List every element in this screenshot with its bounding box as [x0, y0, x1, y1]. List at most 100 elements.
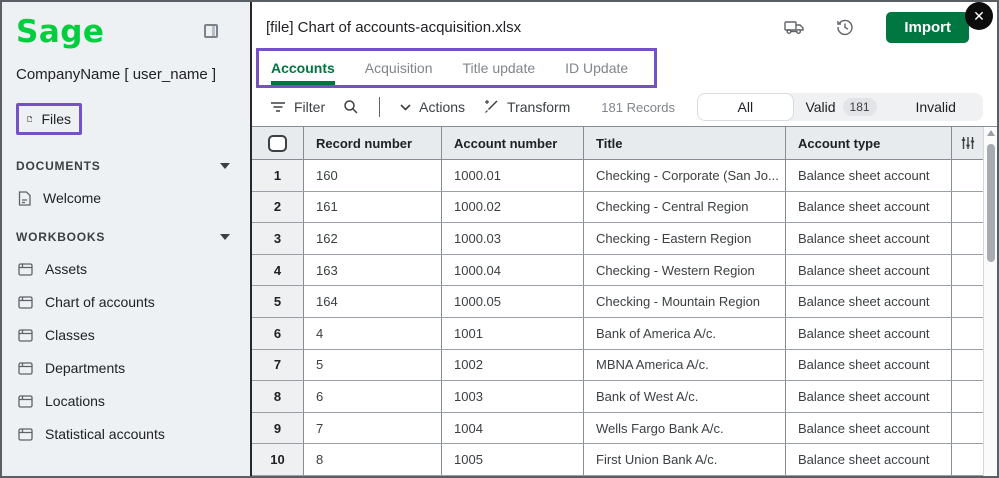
account-type-cell[interactable]: Balance sheet account	[786, 318, 952, 349]
vertical-scrollbar[interactable]	[983, 127, 997, 476]
tab-acquisition[interactable]: Acquisition	[365, 60, 433, 85]
table-row[interactable]: 1 160 1000.01 Checking - Corporate (San Jo.…	[252, 160, 983, 192]
sidebar-item-label: Statistical accounts	[45, 426, 165, 442]
scrollbar-thumb[interactable]	[986, 144, 995, 262]
table-row[interactable]: 8 6 1003 Bank of West A/c. Balance sheet acc…	[252, 381, 983, 413]
record-number-cell[interactable]: 161	[304, 191, 442, 223]
segment-valid[interactable]: Valid 181	[794, 93, 889, 121]
sidebar-item-files[interactable]: Files	[41, 111, 71, 127]
row-number-cell[interactable]: 6	[252, 318, 304, 349]
record-number-cell[interactable]: 164	[304, 286, 442, 318]
row-spacer-cell	[952, 350, 983, 381]
record-count: 181 Records	[601, 99, 675, 115]
row-number-cell[interactable]: 2	[252, 191, 304, 223]
title-cell[interactable]: Bank of America A/c.	[584, 318, 786, 349]
close-button[interactable]: ✕	[965, 2, 993, 30]
column-header-title[interactable]: Title	[584, 127, 786, 160]
table-row[interactable]: 9 7 1004 Wells Fargo Bank A/c. Balance sheet…	[252, 412, 983, 445]
record-number-cell[interactable]: 8	[304, 444, 442, 475]
actions-button[interactable]: Actions	[400, 99, 465, 115]
record-number-cell[interactable]: 160	[304, 160, 442, 191]
data-table: Record number Account number Title Accou…	[252, 126, 997, 476]
title-cell[interactable]: Checking - Corporate (San Jo...	[584, 160, 786, 191]
sidebar-item-chart-of-accounts[interactable]: Chart of accounts	[16, 294, 236, 310]
title-cell[interactable]: Checking - Western Region	[584, 254, 786, 286]
account-type-cell[interactable]: Balance sheet account	[786, 444, 952, 475]
account-type-cell[interactable]: Balance sheet account	[786, 286, 952, 318]
tab-title-update[interactable]: Title update	[463, 60, 536, 85]
segment-invalid[interactable]: Invalid	[888, 93, 983, 121]
account-number-cell[interactable]: 1000.05	[442, 286, 584, 318]
title-cell[interactable]: Checking - Eastern Region	[584, 223, 786, 254]
row-number-cell[interactable]: 1	[252, 160, 304, 191]
row-number-cell[interactable]: 5	[252, 286, 304, 318]
company-name: CompanyName [ user_name ]	[16, 66, 217, 83]
sidebar-item-assets[interactable]: Assets	[16, 261, 236, 277]
row-number-cell[interactable]: 8	[252, 381, 304, 412]
history-icon[interactable]	[836, 18, 854, 36]
sidebar-item-welcome[interactable]: Welcome	[16, 190, 236, 206]
row-number-cell[interactable]: 10	[252, 444, 304, 475]
search-icon[interactable]	[343, 99, 359, 115]
account-type-cell[interactable]: Balance sheet account	[786, 223, 952, 254]
account-type-cell[interactable]: Balance sheet account	[786, 191, 952, 223]
record-number-cell[interactable]: 163	[304, 254, 442, 286]
account-number-cell[interactable]: 1003	[442, 381, 584, 412]
select-all-checkbox[interactable]	[268, 134, 287, 152]
account-number-cell[interactable]: 1005	[442, 444, 584, 475]
sidebar-item-statistical-accounts[interactable]: Statistical accounts	[16, 426, 236, 442]
column-settings-icon[interactable]	[961, 136, 975, 150]
record-number-cell[interactable]: 5	[304, 349, 442, 381]
sidebar-item-classes[interactable]: Classes	[16, 327, 236, 343]
table-row[interactable]: 4 163 1000.04 Checking - Western Region Bala…	[252, 254, 983, 287]
title-cell[interactable]: MBNA America A/c.	[584, 349, 786, 381]
record-number-cell[interactable]: 162	[304, 223, 442, 254]
title-cell[interactable]: Bank of West A/c.	[584, 381, 786, 412]
column-header-record-number[interactable]: Record number	[304, 127, 442, 160]
account-number-cell[interactable]: 1004	[442, 412, 584, 444]
sidebar-section-workbooks[interactable]: WORKBOOKS	[16, 230, 236, 244]
account-number-cell[interactable]: 1000.01	[442, 160, 584, 191]
column-header-account-number[interactable]: Account number	[442, 127, 584, 160]
account-type-cell[interactable]: Balance sheet account	[786, 412, 952, 444]
sidebar-item-departments[interactable]: Departments	[16, 360, 236, 376]
tab-id-update[interactable]: ID Update	[565, 60, 628, 85]
sidebar-collapse-icon[interactable]	[204, 24, 218, 38]
transform-button[interactable]: Transform	[483, 99, 570, 115]
tab-accounts[interactable]: Accounts	[271, 60, 335, 85]
record-number-cell[interactable]: 4	[304, 318, 442, 349]
record-number-cell[interactable]: 6	[304, 381, 442, 412]
record-number-cell[interactable]: 7	[304, 412, 442, 444]
account-type-cell[interactable]: Balance sheet account	[786, 381, 952, 412]
column-header-account-type[interactable]: Account type	[786, 127, 952, 160]
title-cell[interactable]: Checking - Central Region	[584, 191, 786, 223]
account-type-cell[interactable]: Balance sheet account	[786, 160, 952, 191]
title-cell[interactable]: Wells Fargo Bank A/c.	[584, 412, 786, 444]
table-row[interactable]: 5 164 1000.05 Checking - Mountain Region Bal…	[252, 286, 983, 319]
row-number-cell[interactable]: 4	[252, 254, 304, 286]
import-button[interactable]: Import	[886, 11, 969, 43]
account-type-cell[interactable]: Balance sheet account	[786, 349, 952, 381]
account-number-cell[interactable]: 1002	[442, 349, 584, 381]
account-number-cell[interactable]: 1000.02	[442, 191, 584, 223]
account-type-cell[interactable]: Balance sheet account	[786, 254, 952, 286]
title-cell[interactable]: Checking - Mountain Region	[584, 286, 786, 318]
table-row[interactable]: 7 5 1002 MBNA America A/c. Balance sheet acc…	[252, 349, 983, 382]
row-number-cell[interactable]: 7	[252, 349, 304, 381]
export-truck-icon[interactable]	[784, 19, 805, 35]
account-number-cell[interactable]: 1001	[442, 318, 584, 349]
account-number-cell[interactable]: 1000.04	[442, 254, 584, 286]
title-cell[interactable]: First Union Bank A/c.	[584, 444, 786, 475]
table-row[interactable]: 6 4 1001 Bank of America A/c. Balance sheet …	[252, 318, 983, 350]
sidebar-item-locations[interactable]: Locations	[16, 393, 236, 409]
table-row[interactable]: 3 162 1000.03 Checking - Eastern Region Bala…	[252, 223, 983, 255]
account-number-cell[interactable]: 1000.03	[442, 223, 584, 254]
filter-button[interactable]: Filter	[270, 99, 325, 115]
row-number-cell[interactable]: 3	[252, 223, 304, 254]
segment-all[interactable]: All	[697, 93, 794, 121]
table-row[interactable]: 10 8 1005 First Union Bank A/c. Balance shee…	[252, 444, 983, 476]
scroll-up-icon[interactable]	[986, 130, 995, 136]
table-row[interactable]: 2 161 1000.02 Checking - Central Region Bala…	[252, 191, 983, 224]
row-number-cell[interactable]: 9	[252, 412, 304, 444]
sidebar-section-documents[interactable]: DOCUMENTS	[16, 159, 236, 173]
